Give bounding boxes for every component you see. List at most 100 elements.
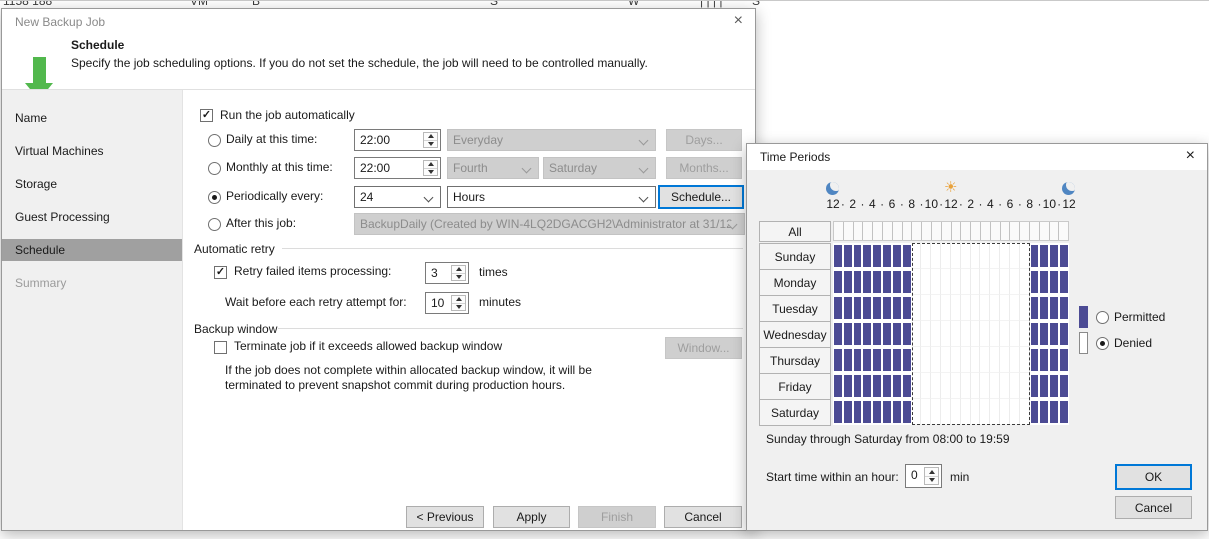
permitted-cell[interactable] <box>882 243 892 269</box>
retry-checkbox[interactable]: ✓ <box>214 266 227 279</box>
spinner-arrows[interactable] <box>423 160 438 176</box>
permitted-cell[interactable] <box>1030 347 1040 373</box>
cancel-button[interactable]: Cancel <box>664 506 742 528</box>
permitted-cell[interactable] <box>872 321 882 347</box>
permitted-cell[interactable] <box>853 347 863 373</box>
permitted-cell[interactable] <box>902 243 912 269</box>
permitted-cell[interactable] <box>843 321 853 347</box>
sidebar-item-storage[interactable]: Storage <box>2 173 182 195</box>
denied-radio[interactable] <box>1096 337 1109 350</box>
permitted-cell[interactable] <box>892 373 902 399</box>
permitted-cell[interactable] <box>892 295 902 321</box>
previous-button[interactable]: < Previous <box>406 506 484 528</box>
permitted-cell[interactable] <box>1059 399 1069 425</box>
permitted-cell[interactable] <box>872 373 882 399</box>
permitted-cell[interactable] <box>892 347 902 373</box>
tp-cancel-button[interactable]: Cancel <box>1115 496 1192 519</box>
permitted-cell[interactable] <box>1049 321 1059 347</box>
permitted-cell[interactable] <box>1039 399 1049 425</box>
sidebar-item-summary[interactable]: Summary <box>2 272 182 294</box>
permitted-cell[interactable] <box>892 269 902 295</box>
permitted-cell[interactable] <box>833 373 843 399</box>
permitted-cell[interactable] <box>1039 243 1049 269</box>
permitted-cell[interactable] <box>1049 243 1059 269</box>
permitted-cell[interactable] <box>843 269 853 295</box>
spinner-arrows[interactable] <box>924 467 939 485</box>
permitted-cell[interactable] <box>833 269 843 295</box>
periodically-unit-dropdown[interactable]: Hours <box>447 186 656 208</box>
after-job-radio[interactable] <box>208 218 221 231</box>
permitted-cell[interactable] <box>902 321 912 347</box>
permitted-cell[interactable] <box>1039 373 1049 399</box>
permitted-cell[interactable] <box>853 295 863 321</box>
permitted-cell[interactable] <box>1059 321 1069 347</box>
permitted-cell[interactable] <box>1030 295 1040 321</box>
permitted-cell[interactable] <box>1030 243 1040 269</box>
spinner-arrows[interactable] <box>451 295 466 311</box>
permitted-cell[interactable] <box>872 269 882 295</box>
permitted-cell[interactable] <box>1059 269 1069 295</box>
permitted-cell[interactable] <box>833 243 843 269</box>
permitted-cell[interactable] <box>862 399 872 425</box>
permitted-cell[interactable] <box>1059 373 1069 399</box>
monthly-radio[interactable] <box>208 162 221 175</box>
grid-selection-rectangle[interactable] <box>912 243 1030 425</box>
permitted-cell[interactable] <box>833 295 843 321</box>
sidebar-item-schedule[interactable]: Schedule <box>2 239 182 261</box>
day-button-sunday[interactable]: Sunday <box>759 243 831 270</box>
permitted-cell[interactable] <box>862 321 872 347</box>
select-all-button[interactable]: All <box>759 221 831 242</box>
permitted-cell[interactable] <box>1059 295 1069 321</box>
day-button-thursday[interactable]: Thursday <box>759 347 831 374</box>
run-automatically-checkbox[interactable]: ✓ <box>200 109 213 122</box>
permitted-cell[interactable] <box>872 347 882 373</box>
spinner-arrows[interactable] <box>423 132 438 148</box>
ok-button[interactable]: OK <box>1115 464 1192 490</box>
permitted-cell[interactable] <box>862 269 872 295</box>
permitted-cell[interactable] <box>1049 373 1059 399</box>
permitted-cell[interactable] <box>843 243 853 269</box>
day-button-friday[interactable]: Friday <box>759 373 831 400</box>
permitted-cell[interactable] <box>1059 243 1069 269</box>
schedule-button[interactable]: Schedule... <box>658 185 744 209</box>
permitted-cell[interactable] <box>853 373 863 399</box>
permitted-cell[interactable] <box>853 243 863 269</box>
permitted-cell[interactable] <box>853 269 863 295</box>
permitted-cell[interactable] <box>853 321 863 347</box>
permitted-cell[interactable] <box>1039 269 1049 295</box>
permitted-cell[interactable] <box>872 295 882 321</box>
close-icon[interactable]: × <box>734 13 743 29</box>
permitted-cell[interactable] <box>872 399 882 425</box>
permitted-cell[interactable] <box>882 399 892 425</box>
permitted-cell[interactable] <box>1049 295 1059 321</box>
sidebar-item-virtual-machines[interactable]: Virtual Machines <box>2 140 182 162</box>
apply-button[interactable]: Apply <box>493 506 570 528</box>
spinner-arrows[interactable] <box>451 265 466 281</box>
retry-count-spinner[interactable]: 3 <box>425 262 469 284</box>
permitted-radio[interactable] <box>1096 311 1109 324</box>
permitted-cell[interactable] <box>833 321 843 347</box>
permitted-cell[interactable] <box>882 269 892 295</box>
permitted-cell[interactable] <box>862 243 872 269</box>
close-icon[interactable]: × <box>1186 148 1195 164</box>
permitted-cell[interactable] <box>882 295 892 321</box>
permitted-cell[interactable] <box>1049 347 1059 373</box>
permitted-cell[interactable] <box>902 373 912 399</box>
permitted-cell[interactable] <box>843 295 853 321</box>
permitted-cell[interactable] <box>862 295 872 321</box>
permitted-cell[interactable] <box>1039 347 1049 373</box>
terminate-checkbox[interactable] <box>214 341 227 354</box>
permitted-cell[interactable] <box>892 321 902 347</box>
permitted-cell[interactable] <box>843 373 853 399</box>
permitted-cell[interactable] <box>862 347 872 373</box>
permitted-cell[interactable] <box>1039 295 1049 321</box>
day-button-wednesday[interactable]: Wednesday <box>759 321 831 348</box>
permitted-cell[interactable] <box>872 243 882 269</box>
permitted-cell[interactable] <box>892 399 902 425</box>
permitted-cell[interactable] <box>853 399 863 425</box>
permitted-cell[interactable] <box>1059 347 1069 373</box>
daily-radio[interactable] <box>208 134 221 147</box>
start-time-spinner[interactable]: 0 <box>905 464 942 488</box>
day-button-monday[interactable]: Monday <box>759 269 831 296</box>
permitted-cell[interactable] <box>882 321 892 347</box>
